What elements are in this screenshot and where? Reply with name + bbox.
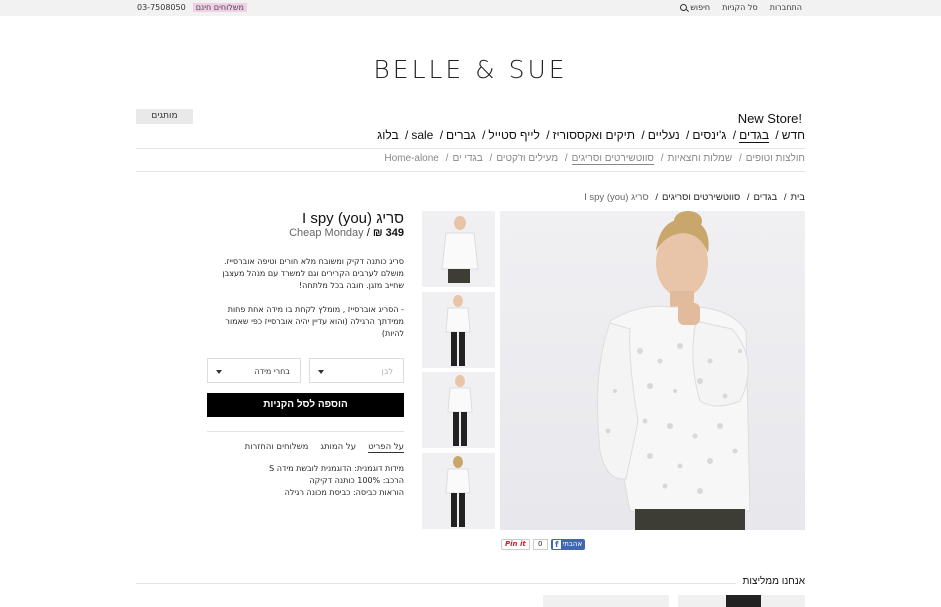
product-main-image[interactable] [500, 211, 805, 530]
new-store-link[interactable]: New Store! [738, 111, 802, 126]
model-photo [597, 211, 751, 530]
product-title: סריג I spy (you) [302, 210, 404, 227]
breadcrumb-clothing[interactable]: בגדים [754, 192, 778, 203]
product-tabs: על הפריט על המותג משלוחים והחזרות [245, 442, 404, 453]
cart-link[interactable]: סל הקניות [722, 3, 758, 12]
nav-item-clothing[interactable]: בגדים [739, 128, 769, 143]
subnav-item-tops[interactable]: חולצות וטופים [746, 153, 805, 164]
nav-item-bags[interactable]: תיקים ואקססוריז [553, 128, 635, 142]
login-link[interactable]: התחברות [770, 3, 802, 12]
like-count: 0 [532, 539, 548, 550]
nav-item-blog[interactable]: בלוג [377, 128, 399, 142]
description-paragraph: - הסריג אוברסייז , מומלץ לקחת בו מידה אח… [225, 305, 404, 338]
search-link[interactable]: חיפוש [680, 3, 710, 12]
tab-about-item[interactable]: על הפריט [368, 442, 404, 453]
divider [136, 148, 805, 149]
color-select[interactable]: לבן [309, 358, 404, 383]
nav-item-lifestyle[interactable]: לייף סטייל [488, 128, 539, 142]
main-nav: חדש/ בגדים/ ג'ינסים/ נעליים/ תיקים ואקסס… [377, 128, 805, 143]
nav-item-jeans[interactable]: ג'ינסים [692, 128, 726, 142]
product-thumbnail[interactable] [422, 372, 495, 448]
chevron-down-icon [216, 370, 222, 374]
divider [136, 583, 805, 584]
divider [136, 171, 805, 172]
breadcrumb-current: סריג I spy (you) [584, 192, 649, 203]
product-price-line: 349 ₪ / Cheap Monday [289, 227, 404, 239]
product-details: מידות דוגמנית: הדוגמנית לובשת מידה S הרכ… [269, 463, 404, 499]
add-to-cart-button[interactable]: הוספה לסל הקניות [207, 393, 404, 417]
size-select[interactable]: בחרי מידה [207, 358, 301, 383]
recommended-product[interactable] [678, 595, 805, 607]
breadcrumb-home[interactable]: בית [790, 192, 805, 203]
description-paragraph: סריג כותנה דקיק ומשובח מלא חורים וטיפה א… [222, 257, 404, 290]
facebook-like-button[interactable]: f אהבתי [550, 539, 586, 550]
contact-info: 03-7508050 משלוחים חינם [137, 3, 247, 12]
product-description: סריג כותנה דקיק ומשובח מלא חורים וטיפה א… [204, 256, 404, 352]
detail-line: הוראות כביסה: כביסת מכונה רגילה [284, 488, 404, 497]
breadcrumb: בית/ בגדים/ סווטשירטים וסריגים/ סריג I s… [584, 192, 805, 203]
subnav-item-knitwear[interactable]: סווטשירטים וסריגים [571, 153, 654, 165]
free-shipping-badge[interactable]: משלוחים חינם [192, 3, 247, 12]
nav-item-new[interactable]: חדש [782, 128, 805, 142]
product-thumbnail[interactable] [422, 292, 495, 368]
social-buttons: Pin it 0 f אהבתי [501, 539, 586, 550]
search-icon [680, 4, 688, 11]
tab-about-brand[interactable]: על המותג [320, 442, 356, 453]
chevron-down-icon [318, 370, 324, 374]
top-bar: 03-7508050 משלוחים חינם התחברות סל הקניו… [0, 0, 941, 16]
thumbnail-photo [447, 375, 473, 446]
detail-line: הרכב: 100% כותנה דקיקה [309, 476, 404, 485]
brands-button[interactable]: מותגים [136, 109, 193, 124]
thumbnail-photo [445, 295, 471, 366]
sub-nav: חולצות וטופים/ שמלות וחצאיות/ סווטשירטים… [384, 153, 805, 165]
detail-line: מידות דוגמנית: הדוגמנית לובשת מידה S [269, 464, 404, 473]
thumbnail-photo [445, 456, 471, 527]
search-label: חיפוש [690, 3, 711, 12]
site-logo[interactable]: BELLE & SUE [0, 55, 941, 84]
nav-item-shoes[interactable]: נעליים [648, 128, 680, 142]
product-price: 349 ₪ [372, 227, 404, 239]
subnav-item-dresses[interactable]: שמלות וחצאיות [668, 153, 733, 164]
product-thumbnail[interactable] [422, 211, 495, 287]
subnav-item-home-alone[interactable]: Home-alone [384, 153, 438, 164]
subnav-item-coats[interactable]: מעילים וז'קטים [496, 153, 558, 164]
thumbnail-photo [441, 216, 479, 283]
facebook-like-label: אהבתי [562, 540, 583, 548]
subnav-item-swimwear[interactable]: בגדי ים [452, 153, 482, 164]
product-thumbnail[interactable] [422, 453, 495, 529]
divider [207, 431, 404, 432]
account-links: התחברות סל הקניות חיפוש [680, 3, 802, 12]
nav-item-sale[interactable]: sale [411, 128, 433, 142]
phone-number[interactable]: 03-7508050 [137, 3, 186, 12]
recommended-product[interactable] [543, 595, 669, 607]
tab-shipping[interactable]: משלוחים והחזרות [245, 442, 309, 453]
size-select-value: בחרי מידה [254, 367, 290, 376]
color-select-value: לבן [381, 367, 393, 376]
product-brand[interactable]: Cheap Monday [289, 227, 364, 239]
nav-item-men[interactable]: גברים [446, 128, 476, 142]
pinterest-button[interactable]: Pin it [501, 539, 530, 550]
facebook-icon: f [552, 540, 561, 549]
breadcrumb-knitwear[interactable]: סווטשירטים וסריגים [662, 192, 740, 203]
recommendations-title: אנחנו ממליצות [736, 576, 805, 587]
